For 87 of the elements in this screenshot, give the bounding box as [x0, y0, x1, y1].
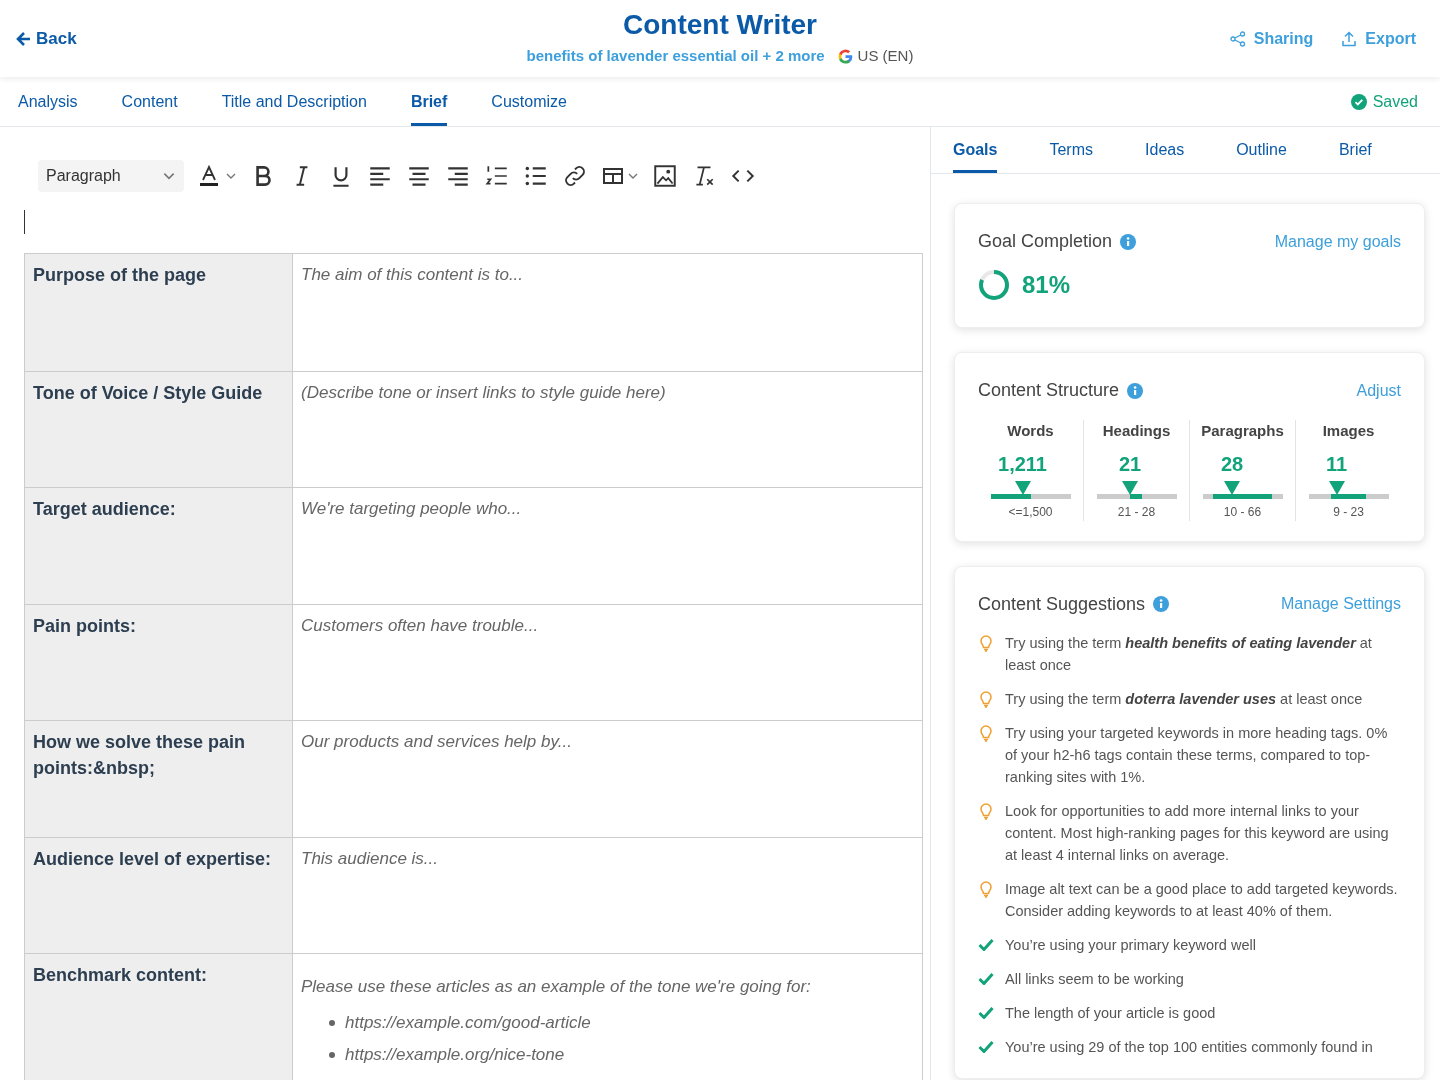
info-icon[interactable]: [1120, 233, 1137, 250]
text-cursor: [24, 210, 25, 234]
row-label: Target audience:: [33, 499, 176, 519]
tab[interactable]: Outline: [1236, 127, 1287, 173]
share-icon: [1229, 30, 1246, 47]
text-cell[interactable]: This audience is...: [293, 837, 922, 953]
range-label: 10 - 66: [1223, 503, 1262, 521]
info-icon[interactable]: [1153, 596, 1170, 612]
suggestion-text: Look for opportunities to add more internal links to your content. Most high-ranking pages for this keyword are using at least 4 internal links on average.: [1005, 801, 1390, 865]
bullet-icon: [329, 1052, 335, 1058]
row-label: Tone of Voice / Style Guide: [33, 382, 263, 403]
text-cell[interactable]: Our products and services help by...: [293, 721, 922, 837]
link-icon[interactable]: [562, 163, 588, 189]
text-color-button[interactable]: [197, 164, 237, 188]
suggestion-text: Try using the term health benefits of eating lavender at least once: [1005, 633, 1373, 675]
upload-icon: [1341, 30, 1358, 47]
range-label: 21 - 28: [1117, 503, 1156, 521]
suggestion-text: Try using the term doterra lavender uses at least once: [1005, 689, 1363, 709]
locale-label: US (EN): [857, 46, 914, 67]
suggestion-text: Image alt text can be a good place to add targeted keywords. Consider adding keywords to at least 40% of them.: [1005, 879, 1399, 921]
placeholder-text: (Describe tone or insert links to style guide here): [301, 381, 667, 404]
lightbulb-icon: [980, 690, 992, 708]
metric-value: 21: [1118, 451, 1142, 476]
lightbulb-icon: [980, 880, 992, 898]
row-label: Audience level of expertise:: [33, 848, 272, 869]
url-text: https://example.org/nice-tone: [345, 1044, 565, 1066]
card-title: Content Structure: [978, 379, 1120, 402]
lightbulb-icon: [980, 802, 992, 820]
metric-value: 28: [1220, 451, 1244, 476]
metric-label: Paragraphs: [1201, 421, 1284, 441]
row-label: Pain points:: [33, 615, 136, 636]
progress-ring: [978, 269, 1010, 301]
text-cell[interactable]: The aim of this content is to...: [293, 254, 922, 371]
suggestion-text: You’re using 29 of the top 100 entities commonly found in: [1005, 1037, 1373, 1057]
check-circle-icon: [1350, 93, 1367, 110]
checkmark-icon: [978, 937, 994, 951]
range-label: 9 - 23: [1333, 503, 1364, 521]
row-label: Benchmark content:: [33, 965, 208, 985]
suggestion-text: The length of your article is good: [1005, 1003, 1216, 1023]
lightbulb-icon: [980, 724, 992, 742]
goal-percent: 81%: [1022, 270, 1071, 300]
placeholder-text: This audience is...: [301, 847, 439, 870]
url-text: https://example.com/good-article: [345, 1012, 591, 1034]
metric-value: 1,211: [998, 451, 1047, 476]
placeholder-text: Customers often have trouble...: [301, 614, 540, 637]
metric-value: 11: [1325, 451, 1348, 476]
tab[interactable]: Analysis: [18, 77, 78, 126]
placeholder-text: Please use these articles as an example of the tone we're going for:: [301, 976, 812, 998]
tab[interactable]: Ideas: [1145, 127, 1185, 173]
tab[interactable]: Title and Description: [221, 77, 367, 126]
tab[interactable]: Brief: [1338, 127, 1372, 173]
placeholder-text: We're targeting people who...: [301, 498, 523, 520]
checkmark-icon: [978, 1005, 994, 1019]
tab[interactable]: Terms: [1049, 127, 1094, 173]
card-title: Content Suggestions: [978, 592, 1146, 616]
arrow-left-icon: [16, 30, 32, 47]
suggestion-text: Try using your targeted keywords in more heading tags. 0% of your h2-h6 tags contain these terms, compared to top-ranking sites with 1%.: [1005, 723, 1389, 787]
text-cell[interactable]: Customers often have trouble...: [293, 604, 922, 720]
suggestion-text: All links seem to be working: [1005, 969, 1184, 989]
tab[interactable]: Goals: [953, 127, 998, 173]
lightbulb-icon: [980, 634, 992, 652]
google-logo-icon: [836, 48, 854, 65]
checkmark-icon: [978, 971, 994, 985]
metric-label: Words: [1007, 421, 1054, 441]
image-icon[interactable]: [652, 163, 678, 189]
info-icon[interactable]: [1127, 382, 1144, 399]
block-format-dropdown[interactable]: Paragraph: [38, 160, 184, 192]
metric-label: Images: [1322, 421, 1375, 441]
page-title: Content Writer: [623, 9, 817, 42]
range-label: <=1,500: [1008, 503, 1053, 521]
row-label: How we solve these pain points:&nbsp;: [33, 732, 246, 778]
tab[interactable]: Customize: [491, 77, 567, 126]
back-link[interactable]: Back: [16, 25, 216, 52]
bullet-icon: [329, 1020, 335, 1026]
text-cell[interactable]: (Describe tone or insert links to style guide here): [293, 371, 922, 487]
placeholder-text: The aim of this content is to...: [301, 264, 525, 286]
text-cell[interactable]: We're targeting people who...: [293, 488, 922, 604]
tab[interactable]: Content: [121, 77, 178, 126]
text-cell[interactable]: Please use these articles as an example of the tone we're going for: https://example.com/good-article https://example.org/nice-tone: [293, 954, 922, 1080]
checkmark-icon: [978, 1039, 994, 1053]
placeholder-text: Our products and services help by...: [301, 731, 573, 753]
metric-label: Headings: [1102, 421, 1171, 441]
suggestion-text: You’re using your primary keyword well: [1005, 935, 1256, 955]
tab[interactable]: Brief: [410, 77, 448, 126]
row-label: Purpose of the page: [33, 265, 207, 285]
save-status: Saved: [1372, 91, 1418, 112]
card-title: Goal Completion: [978, 230, 1113, 253]
